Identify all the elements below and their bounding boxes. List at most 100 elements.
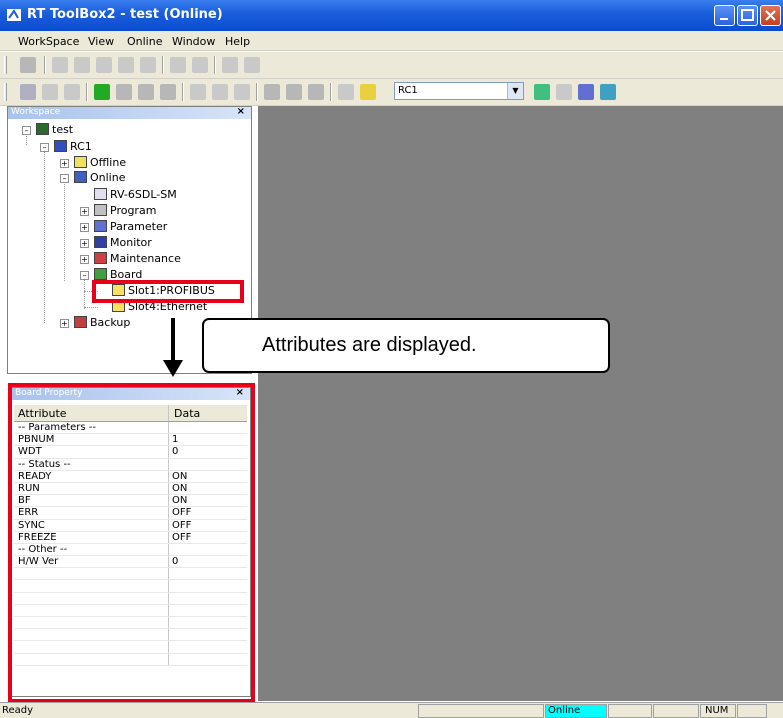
status-mode-cell: Online bbox=[545, 704, 607, 718]
tree-label: Parameter bbox=[110, 220, 168, 233]
toolbar-separator bbox=[214, 56, 216, 74]
tree-item-rc1[interactable]: RC1 bbox=[54, 140, 92, 154]
connection-icon[interactable] bbox=[160, 84, 176, 100]
print-preview-icon[interactable] bbox=[140, 57, 156, 73]
tree-expand-toggle[interactable]: + bbox=[80, 239, 89, 248]
tree-label: Offline bbox=[90, 156, 127, 169]
tree-label: test bbox=[52, 123, 74, 136]
robot-select[interactable]: RC1 ▼ bbox=[394, 82, 524, 100]
tree-item-backup[interactable]: Backup bbox=[74, 316, 130, 330]
tree-item-online[interactable]: Online bbox=[74, 171, 125, 185]
cascade-icon[interactable] bbox=[212, 84, 228, 100]
toolbar-grip[interactable] bbox=[4, 83, 7, 101]
menu-view[interactable]: View bbox=[88, 35, 114, 48]
standard-toolbar bbox=[0, 52, 783, 79]
tree-collapse-toggle[interactable]: – bbox=[80, 271, 89, 280]
tree-label: Backup bbox=[90, 316, 131, 329]
tree-collapse-toggle[interactable]: – bbox=[22, 126, 31, 135]
tree-item-robot-model[interactable]: RV-6SDL-SM bbox=[94, 188, 177, 202]
chevron-down-icon[interactable]: ▼ bbox=[507, 83, 523, 99]
status-num: NUM bbox=[705, 705, 729, 716]
robot-select-value: RC1 bbox=[398, 85, 418, 96]
transfer-icon[interactable] bbox=[170, 57, 186, 73]
robot-icon bbox=[94, 188, 107, 200]
callout-box: Attributes are displayed. bbox=[202, 318, 610, 373]
toolbar-separator bbox=[330, 83, 332, 101]
new-workspace-icon[interactable] bbox=[20, 84, 36, 100]
tree-expand-toggle[interactable]: + bbox=[60, 159, 69, 168]
copy-icon[interactable] bbox=[74, 57, 90, 73]
menu-help[interactable]: Help bbox=[225, 35, 250, 48]
tree-item-program[interactable]: Program bbox=[94, 204, 156, 218]
status-cell bbox=[737, 704, 767, 718]
menu-workspace[interactable]: WorkSpace bbox=[18, 35, 79, 48]
maintenance-icon bbox=[94, 252, 107, 264]
edit-icon[interactable] bbox=[556, 84, 572, 100]
simulation-icon[interactable] bbox=[138, 84, 154, 100]
toolbar-separator bbox=[86, 83, 88, 101]
workspace-close-icon[interactable]: × bbox=[237, 106, 245, 117]
tree-connector bbox=[84, 307, 98, 308]
tree-item-offline[interactable]: Offline bbox=[74, 156, 126, 170]
open-workspace-icon[interactable] bbox=[42, 84, 58, 100]
context-help-icon[interactable] bbox=[244, 57, 260, 73]
brake-icon[interactable] bbox=[600, 84, 616, 100]
maximize-button[interactable] bbox=[737, 5, 758, 26]
close-button[interactable] bbox=[760, 5, 781, 26]
workspace-icon bbox=[36, 123, 49, 135]
reset-icon[interactable] bbox=[286, 84, 302, 100]
tree-expand-toggle[interactable]: + bbox=[80, 255, 89, 264]
help-icon[interactable] bbox=[360, 84, 376, 100]
menu-window[interactable]: Window bbox=[172, 35, 215, 48]
status-bar: Ready Online NUM bbox=[0, 702, 783, 718]
minimize-button[interactable] bbox=[714, 5, 735, 26]
servo-icon[interactable] bbox=[308, 84, 324, 100]
save-icon[interactable] bbox=[20, 57, 36, 73]
minimize-icon bbox=[720, 18, 728, 20]
arrange-icon[interactable] bbox=[234, 84, 250, 100]
maximize-icon bbox=[741, 9, 754, 21]
workspace-panel-title: Workspace bbox=[11, 107, 61, 117]
tree-label: RV-6SDL-SM bbox=[110, 188, 177, 201]
monitor-icon bbox=[94, 236, 107, 248]
menu-online[interactable]: Online bbox=[127, 35, 162, 48]
tree-collapse-toggle[interactable]: – bbox=[40, 143, 49, 152]
tree-expand-toggle[interactable]: + bbox=[80, 207, 89, 216]
tree-item-maintenance[interactable]: Maintenance bbox=[94, 252, 181, 266]
tree-collapse-toggle[interactable]: – bbox=[60, 174, 69, 183]
tree-item-parameter[interactable]: Parameter bbox=[94, 220, 167, 234]
status-mode: Online bbox=[548, 705, 581, 716]
tree-expand-toggle[interactable]: + bbox=[60, 319, 69, 328]
offline-icon[interactable] bbox=[116, 84, 132, 100]
title-bar: RT ToolBox2 - test (Online) bbox=[0, 0, 783, 31]
print-icon[interactable] bbox=[338, 84, 354, 100]
tree-connector bbox=[44, 151, 45, 323]
tile-icon[interactable] bbox=[190, 84, 206, 100]
status-cell bbox=[653, 704, 699, 718]
status-cell bbox=[418, 704, 544, 718]
tree-connector bbox=[84, 279, 85, 309]
tree-connector bbox=[64, 181, 65, 281]
tree-expand-toggle[interactable]: + bbox=[80, 223, 89, 232]
status-num-cell: NUM bbox=[700, 704, 736, 718]
toolbar-grip[interactable] bbox=[4, 56, 7, 74]
backup-icon bbox=[74, 316, 87, 328]
tree-item-test[interactable]: test bbox=[36, 123, 73, 137]
online-icon[interactable] bbox=[94, 84, 110, 100]
refresh-icon[interactable] bbox=[534, 84, 550, 100]
sort-icon[interactable] bbox=[192, 57, 208, 73]
cut-icon[interactable] bbox=[52, 57, 68, 73]
paste-icon[interactable] bbox=[96, 57, 112, 73]
parameter-icon[interactable] bbox=[578, 84, 594, 100]
callout-text: Attributes are displayed. bbox=[262, 334, 477, 356]
workspace-panel-header: Workspace × bbox=[8, 106, 251, 119]
tree-label: Program bbox=[110, 204, 157, 217]
workspace-settings-icon[interactable] bbox=[64, 84, 80, 100]
tree-label: Maintenance bbox=[110, 252, 181, 265]
list-icon[interactable] bbox=[222, 57, 238, 73]
properties-icon[interactable] bbox=[118, 57, 134, 73]
status-text: Ready bbox=[2, 705, 34, 716]
tree-item-monitor[interactable]: Monitor bbox=[94, 236, 152, 250]
stop-icon[interactable] bbox=[264, 84, 280, 100]
tree-label: Monitor bbox=[110, 236, 152, 249]
